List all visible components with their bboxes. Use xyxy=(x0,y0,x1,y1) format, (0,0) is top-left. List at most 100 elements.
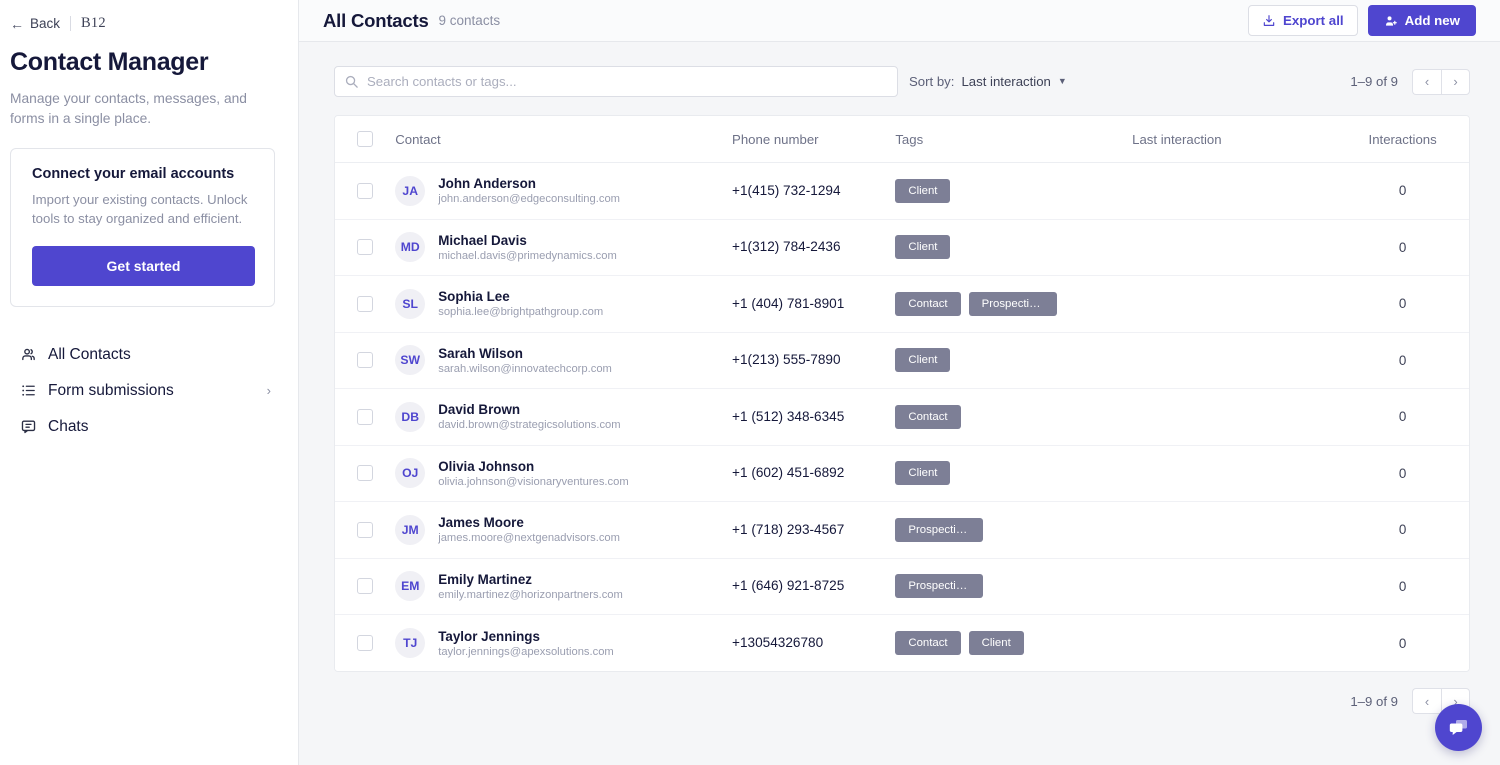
row-checkbox[interactable] xyxy=(357,182,373,199)
table-row[interactable]: SL Sophia Lee sophia.lee@brightpathgroup.c… xyxy=(335,275,1469,333)
table-row[interactable]: SW Sarah Wilson sarah.wilson@innovatechcor… xyxy=(335,332,1469,389)
prev-page-button[interactable]: ‹ xyxy=(1412,68,1441,95)
last-interaction-cell xyxy=(1132,614,1337,671)
prev-page-button[interactable]: ‹ xyxy=(1412,688,1441,714)
avatar: JM xyxy=(395,514,426,545)
row-checkbox[interactable] xyxy=(357,352,373,369)
row-checkbox[interactable] xyxy=(357,578,373,595)
table-row[interactable]: JM James Moore james.moore@nextgenadvisors… xyxy=(335,501,1469,559)
table-row[interactable]: OJ Olivia Johnson olivia.johnson@visionary… xyxy=(335,445,1469,502)
contact-email: james.moore@nextgenadvisors.com xyxy=(438,532,620,545)
pagination-range: 1–9 of 9 xyxy=(1350,74,1398,89)
last-interaction-cell xyxy=(1132,445,1337,502)
row-checkbox[interactable] xyxy=(357,635,373,651)
row-checkbox[interactable] xyxy=(357,295,373,312)
table-row[interactable]: MD Michael Davis michael.davis@primedynami… xyxy=(335,219,1469,276)
export-all-button[interactable]: Export all xyxy=(1248,5,1358,36)
phone-number: +1 (646) 921-8725 xyxy=(732,578,845,594)
contact-cell[interactable]: OJ Olivia Johnson olivia.johnson@visionary… xyxy=(395,445,733,502)
row-checkbox[interactable] xyxy=(357,239,373,256)
interactions-cell: 0 xyxy=(1336,219,1469,276)
bottom-pagination: 1–9 of 9 ‹ › xyxy=(299,672,1500,714)
phone-cell: +1 (646) 921-8725 xyxy=(732,558,896,615)
col-header-contact[interactable]: Contact xyxy=(395,116,733,163)
chevron-down-icon: ▼ xyxy=(1057,76,1067,86)
sort-label: Sort by: xyxy=(909,74,955,89)
people-icon xyxy=(22,349,35,361)
table-row[interactable]: EM Emily Martinez emily.martinez@horizonpa… xyxy=(335,558,1469,615)
sort-value-label: Last interaction xyxy=(961,74,1051,89)
tag-chip[interactable]: Prospectiv… xyxy=(895,574,984,599)
phone-number: +1(415) 732-1294 xyxy=(732,182,841,198)
sidebar-content: Contact Manager Manage your contacts, me… xyxy=(0,34,298,445)
last-interaction-cell xyxy=(1132,388,1337,446)
next-page-button[interactable]: › xyxy=(1441,68,1470,95)
tag-chip[interactable]: Contact xyxy=(895,631,961,655)
contacts-table-card: Contact Phone number Tags Last interacti… xyxy=(334,115,1470,672)
contact-email: emily.martinez@horizonpartners.com xyxy=(438,588,623,601)
tag-chip[interactable]: Client xyxy=(968,631,1024,655)
tag-chip[interactable]: Client xyxy=(895,461,951,486)
contact-info: EM Emily Martinez emily.martinez@horizonpa… xyxy=(395,571,732,602)
contact-cell[interactable]: JM James Moore james.moore@nextgenadvisors… xyxy=(395,501,733,559)
interactions-cell: 0 xyxy=(1336,162,1469,220)
tag-chip[interactable]: Contact xyxy=(895,404,961,429)
tag-chip[interactable]: Prospectiv… xyxy=(968,291,1057,316)
tag-chip[interactable]: Client xyxy=(895,348,951,373)
col-header-tags[interactable]: Tags xyxy=(895,116,1133,163)
select-all-checkbox[interactable] xyxy=(357,131,373,147)
interactions-value: 0 xyxy=(1398,183,1407,199)
tag-chip[interactable]: Contact xyxy=(895,291,961,316)
tag-chip[interactable]: Prospectiv… xyxy=(895,517,984,542)
table-row[interactable]: DB David Brown david.brown@strategicsoluti… xyxy=(335,388,1469,446)
avatar: TJ xyxy=(395,628,426,658)
sidebar-item-chats[interactable]: Chats xyxy=(10,409,285,445)
interactions-cell: 0 xyxy=(1336,388,1469,446)
chat-widget-button[interactable] xyxy=(1435,704,1482,751)
brand-logo[interactable]: B12 xyxy=(81,15,106,32)
row-select-cell xyxy=(335,445,396,502)
row-checkbox[interactable] xyxy=(357,521,373,538)
contact-email: taylor.jennings@apexsolutions.com xyxy=(438,645,614,658)
page-subtitle: Manage your contacts, messages, and form… xyxy=(10,90,247,126)
sidebar-item-form-submissions[interactable]: Form submissions › xyxy=(10,373,285,409)
tags-cell: Contact xyxy=(895,388,1133,446)
tag-chip[interactable]: Client xyxy=(895,235,951,260)
contact-cell[interactable]: SW Sarah Wilson sarah.wilson@innovatechcor… xyxy=(395,332,733,389)
sort-dropdown[interactable]: Last interaction ▼ xyxy=(961,74,1066,89)
get-started-button[interactable]: Get started xyxy=(32,245,255,286)
avatar: OJ xyxy=(395,458,426,489)
row-select-cell xyxy=(335,332,396,389)
contact-cell[interactable]: SL Sophia Lee sophia.lee@brightpathgroup.c… xyxy=(395,275,733,333)
contact-cell[interactable]: EM Emily Martinez emily.martinez@horizonpa… xyxy=(395,558,733,615)
col-header-phone[interactable]: Phone number xyxy=(732,116,896,163)
tag-chip[interactable]: Client xyxy=(895,178,951,203)
search-input[interactable] xyxy=(334,66,898,97)
row-select-cell xyxy=(335,614,396,671)
row-checkbox[interactable] xyxy=(357,408,373,425)
back-button[interactable]: ← Back xyxy=(10,16,60,31)
col-header-interactions[interactable]: Interactions xyxy=(1336,116,1469,163)
phone-number: +1 (718) 293-4567 xyxy=(732,521,845,537)
col-header-last-interaction[interactable]: Last interaction xyxy=(1132,116,1337,163)
contact-cell[interactable]: JA John Anderson john.anderson@edgeconsult… xyxy=(395,162,733,220)
main-panel: All Contacts 9 contacts Export all Add n… xyxy=(299,0,1500,765)
contact-cell[interactable]: MD Michael Davis michael.davis@primedynami… xyxy=(395,219,733,276)
table-row[interactable]: TJ Taylor Jennings taylor.jennings@apexsol… xyxy=(335,614,1469,671)
interactions-cell: 0 xyxy=(1336,614,1469,671)
toolbar: Sort by: Last interaction ▼ 1–9 of 9 ‹ › xyxy=(299,42,1500,97)
contact-name: Sophia Lee xyxy=(438,289,510,305)
contact-cell[interactable]: DB David Brown david.brown@strategicsoluti… xyxy=(395,388,733,446)
interactions-value: 0 xyxy=(1398,352,1407,368)
contact-text: John Anderson john.anderson@edgeconsultin… xyxy=(438,176,620,205)
interactions-cell: 0 xyxy=(1336,445,1469,502)
row-checkbox[interactable] xyxy=(357,465,373,482)
add-new-button[interactable]: Add new xyxy=(1367,5,1476,36)
contact-info: OJ Olivia Johnson olivia.johnson@visionary… xyxy=(395,458,732,489)
tag-list: Client xyxy=(895,348,1132,373)
contact-cell[interactable]: TJ Taylor Jennings taylor.jennings@apexsol… xyxy=(395,614,733,671)
table-row[interactable]: JA John Anderson john.anderson@edgeconsult… xyxy=(335,162,1469,220)
tag-list: Contact Client xyxy=(895,631,1132,655)
phone-cell: +1(312) 784-2436 xyxy=(732,219,896,276)
sidebar-item-all-contacts[interactable]: All Contacts xyxy=(10,337,285,373)
